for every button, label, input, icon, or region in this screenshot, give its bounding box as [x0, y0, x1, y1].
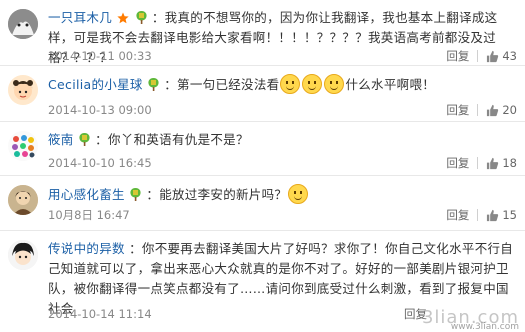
divider — [477, 157, 479, 169]
comment-item: 筱南 ：你丫和英语有仇是不是？ 2014-10-10 16:45 回复 18 — [0, 122, 525, 176]
thumbs-up-icon — [487, 209, 499, 221]
divider — [477, 104, 479, 116]
tree-badge-icon — [135, 11, 147, 24]
timestamp: 10月8日 16:47 — [48, 208, 130, 222]
avatar[interactable] — [8, 185, 38, 215]
comment-body: 筱南 ：你丫和英语有仇是不是？ — [48, 130, 517, 150]
like-count: 15 — [502, 208, 517, 222]
comment-body: Cecilia的小星球 ：第一句已经没法看 什么水平啊喂！ — [48, 74, 517, 95]
like-button[interactable]: 20 — [486, 102, 517, 118]
comment-actions: 回复 15 — [446, 207, 517, 223]
like-count: 20 — [502, 103, 517, 117]
like-button[interactable]: 43 — [486, 48, 517, 64]
tree-badge-icon — [130, 188, 141, 201]
timestamp: 2014-10-14 11:14 — [48, 307, 152, 321]
divider — [477, 50, 479, 62]
like-button[interactable]: 15 — [486, 207, 517, 223]
smile-emoji-icon — [302, 74, 323, 94]
comment-meta: 2014-10-11 00:33 回复 43 — [48, 48, 517, 64]
watermark-url: www.3lian.com — [450, 322, 519, 332]
tree-badge-icon — [148, 78, 159, 91]
timestamp: 2014-10-10 16:45 — [48, 156, 152, 170]
avatar[interactable] — [8, 131, 38, 161]
comment-meta: 10月8日 16:47 回复 15 — [48, 207, 517, 223]
thumbs-up-icon — [487, 157, 499, 169]
reply-button[interactable]: 回复 — [446, 155, 469, 171]
star-icon — [117, 12, 129, 24]
smile-emoji-icon — [288, 184, 309, 204]
comment-item: 传说中的异数 ：你不要再去翻译美国大片了好吗？求你了！你自己文化水平不行自己知道… — [0, 231, 525, 332]
comment-text-after: 什么水平啊喂！ — [345, 77, 436, 92]
like-count: 43 — [502, 49, 517, 63]
comment-actions: 回复 43 — [446, 48, 517, 64]
smile-emoji-icon — [280, 74, 301, 94]
comment-item: 一只耳木几 ：我真的不想骂你的，因为你让我翻译，我也基本上翻译成这样，可是我不会… — [0, 0, 525, 66]
thumbs-up-icon — [487, 104, 499, 116]
thumbs-up-icon — [487, 50, 499, 62]
colon-separator: ： — [164, 77, 178, 92]
username-link[interactable]: 传说中的异数 — [48, 241, 125, 256]
like-count: 18 — [502, 156, 517, 170]
comment-meta: 2014-10-13 09:00 回复 20 — [48, 102, 517, 118]
username-link[interactable]: Cecilia的小星球 — [48, 77, 143, 92]
comment-text: 第一句已经没法看 — [177, 77, 280, 92]
colon-separator: ： — [129, 241, 142, 256]
divider — [477, 209, 479, 221]
comment-text-line: 用心感化畜生 ：能放过李安的新片吗？ — [48, 184, 517, 205]
username-link[interactable]: 筱南 — [48, 132, 74, 147]
comment-text-line: Cecilia的小星球 ：第一句已经没法看 什么水平啊喂！ — [48, 74, 517, 95]
avatar[interactable] — [8, 9, 38, 39]
avatar[interactable] — [8, 75, 38, 105]
comment-text: 你丫和英语有仇是不是？ — [107, 132, 249, 147]
avatar[interactable] — [8, 240, 38, 270]
comment-meta: 2014-10-10 16:45 回复 18 — [48, 155, 517, 171]
comment-actions: 回复 20 — [446, 102, 517, 118]
comment-actions: 回复 18 — [446, 155, 517, 171]
reply-button[interactable]: 回复 — [446, 207, 469, 223]
comment-text: 能放过李安的新片吗？ — [159, 187, 288, 202]
like-button[interactable]: 18 — [486, 155, 517, 171]
smile-emoji-icon — [324, 74, 345, 94]
username-link[interactable]: 用心感化畜生 — [48, 187, 125, 202]
colon-separator: ： — [146, 187, 160, 202]
username-link[interactable]: 一只耳木几 — [48, 10, 112, 25]
comment-item: 用心感化畜生 ：能放过李安的新片吗？ 10月8日 16:47 回复 15 — [0, 176, 525, 231]
comment-item: Cecilia的小星球 ：第一句已经没法看 什么水平啊喂！ 2014-10-13 … — [0, 66, 525, 122]
timestamp: 2014-10-13 09:00 — [48, 103, 152, 117]
reply-button[interactable]: 回复 — [446, 48, 469, 64]
timestamp: 2014-10-11 00:33 — [48, 49, 152, 63]
comment-text-line: 筱南 ：你丫和英语有仇是不是？ — [48, 130, 517, 150]
tree-badge-icon — [79, 133, 90, 146]
comment-body: 用心感化畜生 ：能放过李安的新片吗？ — [48, 184, 517, 205]
colon-separator: ： — [95, 132, 108, 147]
reply-button[interactable]: 回复 — [446, 102, 469, 118]
colon-separator: ： — [151, 10, 165, 25]
